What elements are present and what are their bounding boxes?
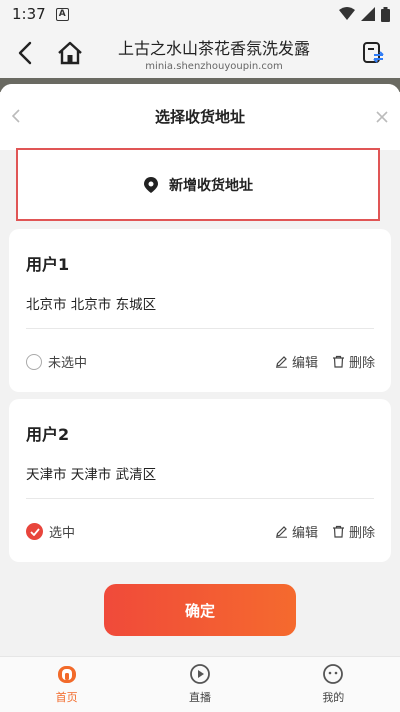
back-arrow-icon [18,41,32,65]
back-button[interactable] [0,28,50,78]
home-icon [58,41,82,65]
delete-button[interactable]: 删除 [332,522,375,541]
address-sheet: 选择收货地址 新增收货地址 用户1 北京市 北京市 东城区 未选中 编辑 删除 [0,84,400,656]
page-title: 上古之水山茶花香氛洗发露 [117,38,310,58]
delete-label: 删除 [348,356,375,371]
address-select-toggle[interactable]: 选中 [26,522,75,541]
location-pin-icon [144,176,158,193]
live-icon [190,664,210,684]
switch-icon [363,42,384,63]
signal-icon [361,7,375,21]
home-button[interactable] [50,28,90,78]
radio-checked-icon [26,523,43,540]
browser-header: 上古之水山茶花香氛洗发露 minia.shenzhouyoupin.com [0,28,400,78]
page-url: minia.shenzhouyoupin.com [145,60,283,72]
bottom-tab-bar: 首页 直播 我的 [0,656,400,712]
address-actions: 编辑 删除 [275,352,375,371]
sheet-close-button[interactable] [376,108,388,127]
address-card[interactable]: 用户1 北京市 北京市 东城区 未选中 编辑 删除 [9,229,391,392]
divider [26,498,374,499]
add-address-button[interactable]: 新增收货地址 [16,148,380,221]
tab-label: 首页 [55,691,78,704]
switch-button[interactable] [346,28,400,78]
address-actions: 编辑 删除 [275,522,375,541]
select-label: 选中 [49,526,76,541]
radio-unchecked-icon [26,353,42,370]
profile-icon [323,664,344,684]
tab-live[interactable]: 直播 [133,657,266,712]
edit-button[interactable]: 编辑 [275,522,318,541]
delete-label: 删除 [348,526,375,541]
edit-icon [275,356,287,368]
address-select-toggle[interactable]: 未选中 [26,352,87,371]
page-title-block: 上古之水山茶花香氛洗发露 minia.shenzhouyoupin.com [90,35,346,72]
wifi-icon [339,7,355,20]
sheet-title: 选择收货地址 [154,108,245,126]
edit-label: 编辑 [291,356,318,371]
notification-a-icon: A [55,7,69,21]
tab-label: 直播 [188,691,211,704]
tab-label: 我的 [322,691,345,704]
select-label: 未选中 [48,356,88,371]
address-text: 天津市 天津市 武清区 [26,467,157,483]
address-name: 用户2 [26,425,70,444]
divider [26,328,374,329]
status-icons [339,6,390,22]
close-icon [376,111,388,123]
sheet-header: 选择收货地址 [0,84,400,150]
edit-button[interactable]: 编辑 [275,352,318,371]
home-icon [57,666,76,683]
tab-profile[interactable]: 我的 [267,657,400,712]
trash-icon [332,355,344,368]
address-text: 北京市 北京市 东城区 [26,297,157,313]
add-address-label: 新增收货地址 [169,177,253,194]
address-card[interactable]: 用户2 天津市 天津市 武清区 选中 编辑 删除 [9,399,391,562]
trash-icon [332,525,344,538]
address-name: 用户1 [26,255,70,274]
battery-icon [381,6,390,22]
status-bar: 1:37 A [0,0,400,28]
status-time: 1:37 [12,5,46,23]
edit-icon [275,526,287,538]
confirm-button[interactable]: 确定 [104,584,296,636]
edit-label: 编辑 [291,526,318,541]
check-icon [29,527,40,536]
tab-home[interactable]: 首页 [0,657,133,712]
delete-button[interactable]: 删除 [332,352,375,371]
